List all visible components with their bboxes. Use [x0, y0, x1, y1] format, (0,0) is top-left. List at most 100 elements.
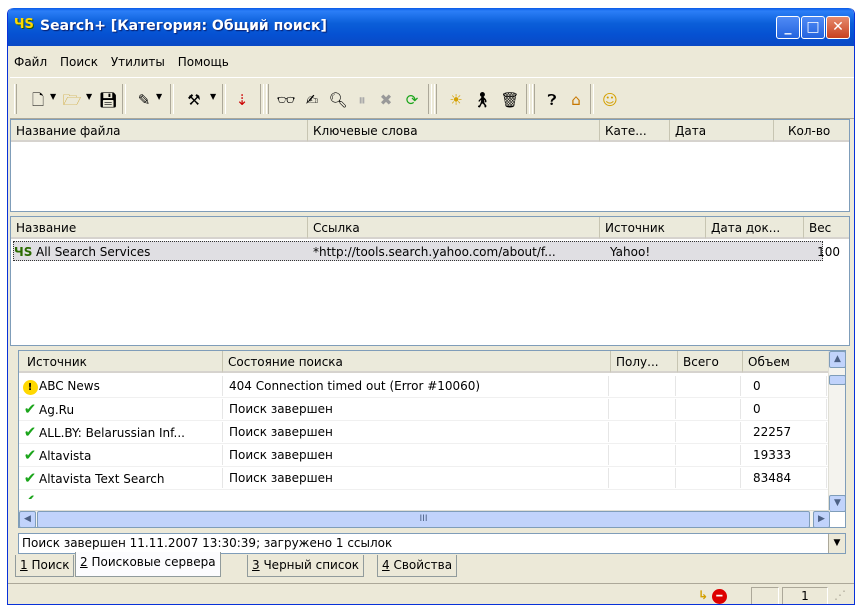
tools-icon[interactable]: ⚒ — [184, 90, 204, 110]
chevron-down-icon[interactable]: ▼ — [86, 92, 92, 101]
column-header-keywords[interactable]: Ключевые слова — [308, 120, 600, 142]
toolbar-separator — [222, 84, 226, 114]
chevron-down-icon[interactable]: ▼ — [156, 92, 162, 101]
chevron-down-icon[interactable]: ▼ — [828, 534, 845, 553]
table-row[interactable]: ✔ Altavista Поиск завершен 19333 — [19, 444, 830, 467]
received-count — [613, 468, 676, 488]
binoculars-icon[interactable]: 👓︎ — [276, 90, 296, 110]
title-bar[interactable]: ЧS Search+ [Категория: Общий поиск] _ □ … — [8, 8, 854, 46]
result-name: All Search Services — [36, 245, 151, 259]
total-count — [680, 376, 741, 396]
save-icon[interactable]: 💾︎ — [98, 90, 118, 110]
toolbar-separator — [526, 84, 530, 114]
open-folder-icon[interactable]: 🗁 — [62, 90, 82, 110]
tab-blacklist[interactable]: 3 Черный список — [247, 555, 365, 577]
column-header-count[interactable]: Кол-во — [774, 120, 849, 142]
help-icon[interactable]: ❓︎ — [542, 90, 562, 110]
stop-icon[interactable]: ✖ — [376, 90, 396, 110]
source-label: ABC News — [39, 379, 100, 393]
pause-icon[interactable]: ⏸ — [352, 90, 372, 110]
column-header-link[interactable]: Ссылка — [308, 217, 600, 239]
source-name: ✔ Altavista — [19, 445, 223, 465]
source-label: Altavista — [39, 449, 92, 463]
menu-search[interactable]: Поиск — [54, 51, 101, 69]
vertical-scrollbar[interactable]: ▲ ▼ — [828, 351, 845, 512]
import-links-icon[interactable]: ⇣ — [232, 90, 252, 110]
toolbar-grip[interactable] — [14, 84, 17, 114]
sources-list[interactable]: Источник Состояние поиска Полу... Всего … — [18, 350, 846, 528]
smiley-icon[interactable]: ☺ — [600, 90, 620, 110]
checkmark-icon: ✔ — [23, 469, 37, 487]
total-count — [680, 422, 741, 442]
size-value: 0 — [749, 399, 827, 419]
search-icon[interactable]: 🔍︎ — [328, 90, 348, 110]
trash-icon[interactable]: 🗑︎ — [500, 90, 520, 110]
menu-help[interactable]: Помощь — [172, 51, 232, 69]
maximize-button[interactable]: □ — [801, 16, 825, 39]
column-header-received[interactable]: Полу... — [611, 351, 678, 373]
source-label: Altavista Text Search — [39, 472, 165, 486]
arrow-icon: ↳ — [698, 588, 709, 602]
column-header-weight[interactable]: Вес — [804, 217, 849, 239]
user-icon[interactable]: 🚶︎ — [472, 90, 492, 110]
files-list[interactable]: Название файла Ключевые слова Кате... Да… — [10, 119, 850, 212]
scroll-thumb[interactable] — [829, 375, 845, 385]
scroll-thumb[interactable]: III — [37, 511, 810, 527]
toolbar-grip[interactable] — [532, 84, 535, 114]
new-file-icon[interactable]: 🗋 — [28, 90, 48, 110]
status-panel — [751, 587, 779, 604]
scroll-right-button[interactable]: ▶ — [813, 511, 830, 527]
chevron-down-icon[interactable]: ▼ — [210, 92, 216, 101]
table-row[interactable]: ✔ Ag.Ru Поиск завершен 0 — [19, 398, 830, 421]
size-value: 0 — [749, 376, 827, 396]
table-row[interactable]: ЧS All Search Services *http://tools.sea… — [13, 241, 840, 261]
toolbar-grip[interactable] — [434, 84, 437, 114]
close-button[interactable]: ✕ — [826, 16, 850, 39]
table-row[interactable]: ✔ Altavista Text Search Поиск завершен 8348… — [19, 467, 830, 490]
checkmark-icon: ✔ — [23, 400, 37, 418]
result-source: Yahoo! — [610, 245, 651, 259]
column-header-date[interactable]: Дата — [670, 120, 774, 142]
received-count — [613, 445, 676, 465]
column-header-size[interactable]: Объем — [743, 351, 830, 373]
service-icon: ЧS — [14, 245, 33, 259]
tab-properties[interactable]: 4 Свойства — [377, 555, 458, 577]
column-header-source[interactable]: Источник — [600, 217, 706, 239]
scroll-left-button[interactable]: ◀ — [19, 511, 36, 527]
bulb-icon[interactable]: ☀ — [446, 90, 466, 110]
size-value: 22257 — [749, 422, 827, 442]
tab-search[interactable]: 1 Поиск — [15, 555, 75, 577]
menu-file[interactable]: Файл — [8, 51, 50, 69]
scroll-down-button[interactable]: ▼ — [829, 495, 845, 512]
edit-icon[interactable]: ✍ — [302, 90, 322, 110]
scroll-up-button[interactable]: ▲ — [829, 351, 845, 368]
tab-search-servers[interactable]: 2 Поисковые сервера — [75, 552, 221, 577]
table-row[interactable]: ✔ ALL.BY: Belarussian Inf... Поиск заверше… — [19, 421, 830, 444]
column-header-doc-date[interactable]: Дата док... — [706, 217, 804, 239]
column-header-source[interactable]: Источник — [19, 351, 223, 373]
category-icon[interactable]: ✎ — [134, 90, 154, 110]
toolbar-separator — [260, 84, 264, 114]
column-header-category[interactable]: Кате... — [600, 120, 670, 142]
column-header-name[interactable]: Название — [11, 217, 308, 239]
refresh-icon[interactable]: ⟳ — [402, 90, 422, 110]
received-count — [613, 422, 676, 442]
search-status: Поиск завершен — [225, 445, 609, 465]
stop-sign-icon: ━ — [711, 589, 727, 604]
resize-grip-icon[interactable]: ⋰ — [830, 587, 850, 604]
menu-utilities[interactable]: Утилиты — [105, 51, 168, 69]
column-header-search-status[interactable]: Состояние поиска — [223, 351, 611, 373]
toolbar-separator — [428, 84, 432, 114]
status-icons: ↳ ━ — [698, 587, 748, 604]
home-icon[interactable]: ⌂ — [566, 90, 586, 110]
toolbar-grip[interactable] — [266, 84, 269, 114]
table-row[interactable]: ! ABC News 404 Connection timed out (Error… — [19, 375, 830, 398]
column-header-total[interactable]: Всего — [678, 351, 743, 373]
log-combobox[interactable]: Поиск завершен 11.11.2007 13:30:39; загр… — [18, 533, 846, 554]
checkmark-icon: ✔ — [23, 446, 37, 464]
results-list[interactable]: Название Ссылка Источник Дата док... Вес… — [10, 216, 850, 346]
horizontal-scrollbar[interactable]: ◀ III ▶ — [19, 510, 830, 527]
minimize-button[interactable]: _ — [776, 16, 800, 39]
column-header-filename[interactable]: Название файла — [11, 120, 308, 142]
chevron-down-icon[interactable]: ▼ — [50, 92, 56, 101]
